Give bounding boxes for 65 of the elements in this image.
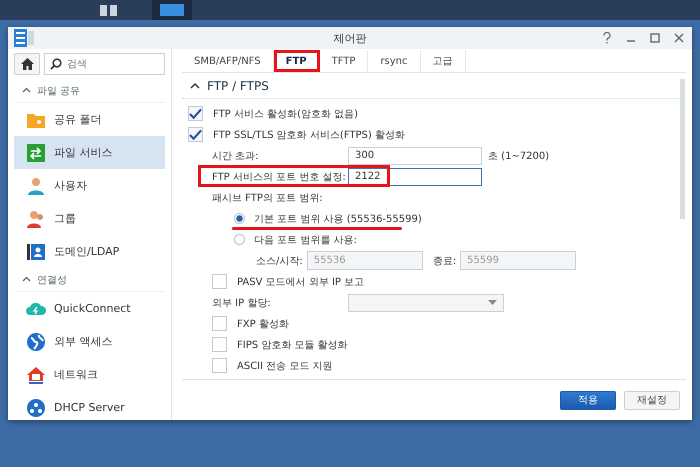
checkbox[interactable] bbox=[212, 274, 227, 289]
globe-icon bbox=[26, 332, 46, 352]
sidebar-section-header[interactable]: 파일 공유 bbox=[14, 79, 165, 103]
field-label: 시간 초과: bbox=[212, 150, 260, 162]
checkbox-label: FXP 활성화 bbox=[237, 318, 289, 330]
scrollbar-thumb[interactable] bbox=[680, 79, 685, 219]
radio-button[interactable] bbox=[234, 234, 245, 245]
sidebar-item[interactable]: 공유 폴더 bbox=[14, 103, 165, 136]
sidebar-item[interactable]: QuickConnect bbox=[14, 292, 165, 325]
reset-button[interactable]: 재설정 bbox=[624, 390, 680, 410]
checkbox-label: FIPS 암호화 모듈 활성화 bbox=[237, 338, 348, 352]
tab[interactable]: TFTP bbox=[320, 50, 368, 72]
checkbox[interactable] bbox=[188, 127, 203, 142]
field-hint: 초 (1~7200) bbox=[488, 150, 550, 162]
checkbox-label: FTP 서비스 활성화(암호화 없음) bbox=[213, 108, 358, 120]
apply-button[interactable]: 적용 bbox=[560, 390, 616, 410]
sidebar-item[interactable]: 외부 액세스 bbox=[14, 325, 165, 358]
chevron-icon bbox=[190, 82, 200, 89]
window-icon[interactable] bbox=[152, 0, 192, 20]
close-icon[interactable] bbox=[674, 33, 684, 43]
window-title: 제어판 bbox=[332, 30, 368, 46]
chevron-icon bbox=[22, 87, 31, 93]
sidebar-item[interactable]: 파일 서비스 bbox=[14, 136, 165, 169]
checkbox-label: PASV 모드에서 외부 IP 보고 bbox=[237, 276, 364, 288]
section-header[interactable]: FTP / FTPS bbox=[182, 73, 680, 99]
field-label: 종료: bbox=[432, 254, 456, 268]
help-icon[interactable] bbox=[602, 32, 612, 44]
tab[interactable]: 고급 bbox=[420, 50, 466, 72]
caret-icon bbox=[488, 300, 497, 305]
tab[interactable]: FTP bbox=[274, 50, 320, 72]
sidebar-item[interactable]: 도메인/LDAP bbox=[14, 235, 165, 268]
checkbox-label: ASCII 전송 모드 지원 bbox=[237, 360, 333, 372]
user-icon bbox=[26, 176, 46, 196]
home-button[interactable] bbox=[14, 53, 40, 75]
id-card-icon bbox=[26, 242, 46, 262]
tab[interactable]: SMB/AFP/NFS bbox=[182, 50, 274, 72]
file-transfer-icon bbox=[26, 142, 46, 162]
search-field[interactable]: 검색 bbox=[44, 53, 165, 75]
chevron-icon bbox=[22, 276, 31, 282]
radio-label: 기본 포트 범위 사용 (55536-55599) bbox=[254, 212, 422, 226]
radio-label: 다음 포트 범위를 사용: bbox=[254, 234, 357, 246]
checkbox[interactable] bbox=[188, 106, 203, 121]
group-icon bbox=[26, 208, 46, 228]
checkbox[interactable] bbox=[212, 358, 227, 373]
checkbox-label: FTP SSL/TLS 암호화 서비스(FTPS) 활성화 bbox=[213, 128, 405, 142]
sidebar-section-header[interactable]: 연결성 bbox=[14, 268, 165, 292]
checkbox[interactable] bbox=[212, 316, 227, 331]
network-nodes-icon bbox=[26, 398, 46, 418]
field-label: 외부 IP 할당: bbox=[212, 296, 272, 310]
input-field[interactable]: 300 bbox=[348, 146, 482, 164]
radio-button[interactable] bbox=[234, 213, 245, 224]
field-label: FTP 서비스의 포트 번호 설정: bbox=[212, 170, 347, 184]
group-label: 패시브 FTP의 포트 범위: bbox=[212, 192, 323, 204]
sidebar-item[interactable]: 네트워크 bbox=[14, 358, 165, 391]
maximize-icon[interactable] bbox=[650, 33, 660, 43]
input-field[interactable]: 2122 bbox=[348, 168, 482, 186]
field-label: 소스/시작: bbox=[256, 254, 303, 268]
control-panel-icon bbox=[14, 29, 34, 47]
sidebar-item[interactable]: 그룹 bbox=[14, 202, 165, 235]
house-icon bbox=[26, 364, 46, 384]
sidebar-item[interactable]: 사용자 bbox=[14, 169, 165, 202]
tab[interactable]: rsync bbox=[368, 50, 420, 72]
sidebar-item[interactable]: DHCP Server bbox=[14, 391, 165, 420]
checkbox[interactable] bbox=[212, 337, 227, 352]
home-icon bbox=[20, 58, 34, 70]
